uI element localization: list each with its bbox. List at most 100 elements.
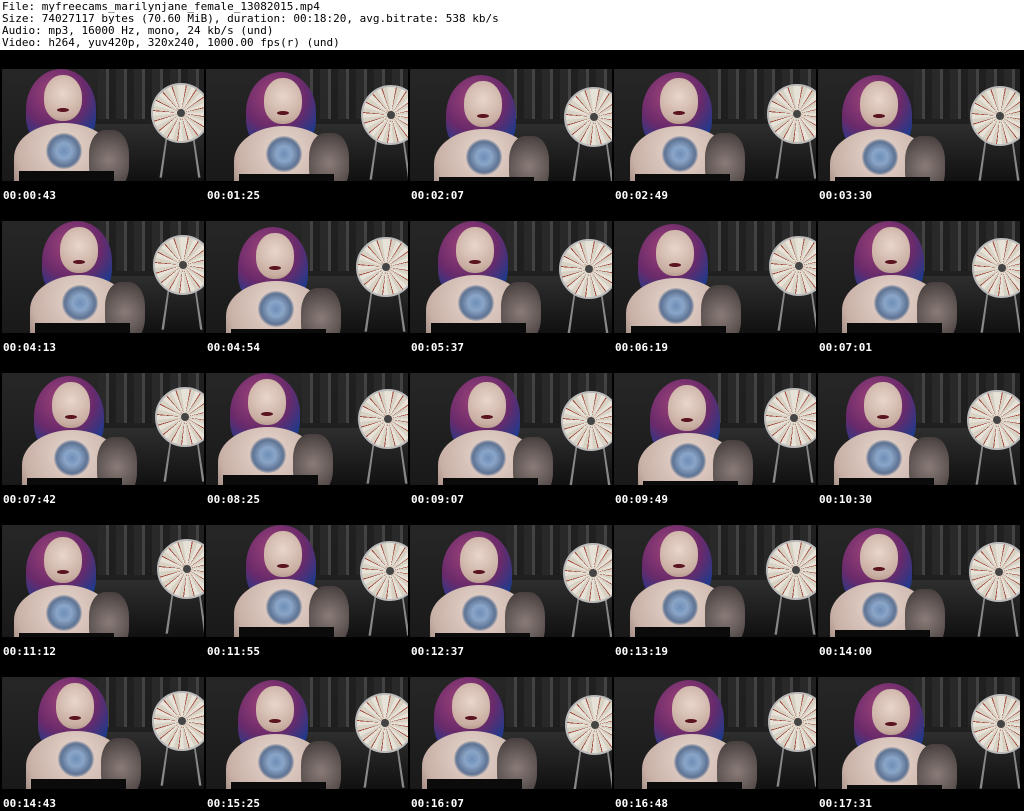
video-thumbnail[interactable] [2, 221, 204, 333]
wheel-stand [775, 139, 816, 179]
video-thumbnail[interactable] [614, 221, 816, 333]
lips [685, 719, 697, 723]
black-top [223, 475, 318, 485]
chest-tattoo [658, 288, 694, 324]
face [660, 78, 698, 124]
video-thumbnail[interactable] [410, 525, 612, 637]
thumbnail-timestamp: 00:01:25 [207, 189, 260, 202]
thumbnail-timestamp: 00:07:01 [819, 341, 872, 354]
video-thumbnail[interactable] [818, 373, 1020, 485]
black-top [31, 779, 126, 789]
thumbnail-timestamp: 00:09:07 [411, 493, 464, 506]
video-thumbnail[interactable] [2, 69, 204, 181]
thumbnail-timestamp: 00:11:12 [3, 645, 56, 658]
video-thumbnail[interactable] [614, 677, 816, 789]
face [264, 78, 302, 124]
thumbnail-timestamp: 00:02:07 [411, 189, 464, 202]
video-thumbnail[interactable] [2, 373, 204, 485]
face [656, 230, 694, 276]
face [44, 75, 82, 121]
video-thumbnail[interactable] [818, 221, 1020, 333]
video-thumbnail[interactable] [206, 525, 408, 637]
chest-tattoo [46, 595, 82, 631]
lips [57, 570, 69, 574]
chest-tattoo [258, 291, 294, 327]
black-top [435, 633, 530, 637]
thumbnail-timestamp: 00:04:54 [207, 341, 260, 354]
video-thumbnail[interactable] [410, 373, 612, 485]
face [660, 531, 698, 577]
wheel-stand [366, 444, 408, 484]
video-thumbnail[interactable] [818, 69, 1020, 181]
thumbnail-timestamp: 00:05:37 [411, 341, 464, 354]
video-thumbnail[interactable] [410, 221, 612, 333]
black-top [647, 782, 742, 789]
wheel-stand [363, 748, 405, 788]
thumbnail-timestamp: 00:11:55 [207, 645, 260, 658]
wheel-stand [368, 596, 408, 636]
wheel-stand [774, 595, 816, 635]
face [864, 382, 902, 428]
face [468, 382, 506, 428]
lips [473, 570, 485, 574]
chest-tattoo [874, 285, 910, 321]
video-thumbnail[interactable] [206, 69, 408, 181]
black-top [847, 323, 942, 333]
wheel-stand [163, 442, 204, 482]
tattooed-arm [509, 136, 549, 181]
video-thumbnail[interactable] [818, 677, 1020, 789]
thumbnail-timestamp: 00:13:19 [615, 645, 668, 658]
video-thumbnail[interactable] [206, 677, 408, 789]
black-top [19, 633, 114, 637]
tattooed-arm [917, 744, 957, 789]
thumbnail-timestamp: 00:12:37 [411, 645, 464, 658]
lips [673, 111, 685, 115]
lips [469, 260, 481, 264]
video-thumbnail[interactable] [206, 373, 408, 485]
prize-wheel [967, 390, 1020, 450]
prize-wheel [153, 235, 204, 295]
tattooed-arm [301, 288, 341, 333]
video-thumbnail[interactable] [2, 525, 204, 637]
lips [277, 111, 289, 115]
video-thumbnail[interactable] [818, 525, 1020, 637]
lips [57, 108, 69, 112]
thumbnail-timestamp: 00:00:43 [3, 189, 56, 202]
video-thumbnail[interactable] [614, 69, 816, 181]
face [860, 534, 898, 580]
chest-tattoo [462, 595, 498, 631]
black-top [635, 174, 730, 181]
chest-tattoo [46, 133, 82, 169]
thumbnail-timestamp: 00:09:49 [615, 493, 668, 506]
lips [481, 415, 493, 419]
black-top [239, 627, 334, 637]
black-top [431, 323, 526, 333]
black-top [27, 478, 122, 485]
thumbnail-timestamp: 00:14:43 [3, 797, 56, 810]
chest-tattoo [866, 440, 902, 476]
video-thumbnail[interactable] [614, 525, 816, 637]
thumbnail-timestamp: 00:03:30 [819, 189, 872, 202]
wheel-stand [369, 140, 408, 180]
media-info-header: File: myfreecams_marilynjane_female_1308… [0, 0, 1024, 50]
black-top [35, 323, 130, 333]
lips [465, 716, 477, 720]
wheel-stand [567, 294, 609, 333]
black-top [19, 171, 114, 181]
face [60, 227, 98, 273]
chest-tattoo [454, 741, 490, 777]
chest-tattoo [250, 437, 286, 473]
chest-tattoo [662, 589, 698, 625]
black-top [427, 779, 522, 789]
video-thumbnail[interactable] [614, 373, 816, 485]
video-thumbnail[interactable] [2, 677, 204, 789]
prize-wheel [356, 237, 408, 297]
wheel-stand [573, 750, 612, 789]
chest-tattoo [458, 285, 494, 321]
face [672, 686, 710, 732]
video-thumbnail[interactable] [410, 69, 612, 181]
video-thumbnail[interactable] [410, 677, 612, 789]
lips [885, 260, 897, 264]
video-thumbnail[interactable] [206, 221, 408, 333]
chest-tattoo [862, 139, 898, 175]
